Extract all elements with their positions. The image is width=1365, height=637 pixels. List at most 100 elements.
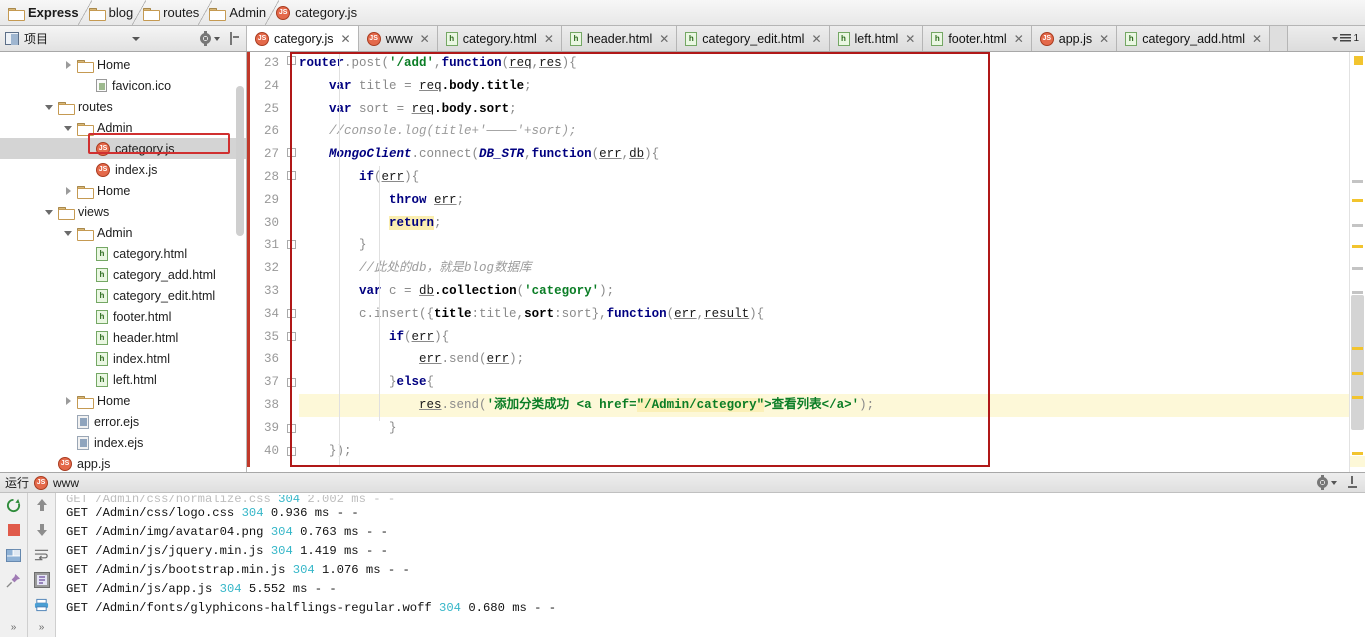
chevron-down-icon[interactable] [63,227,75,239]
close-icon[interactable]: ✕ [420,32,430,46]
close-icon[interactable]: ✕ [544,32,554,46]
code-line[interactable]: var c = db.collection('category'); [299,280,1365,303]
breadcrumb-item-admin[interactable]: Admin [205,0,280,25]
tab-overflow-button[interactable]: 1 [1287,26,1365,51]
code-line[interactable]: if(err){ [299,326,1365,349]
tree-item-footer-html[interactable]: h footer.html [0,306,246,327]
code-line[interactable]: }else{ [299,371,1365,394]
breadcrumb-item-category-js[interactable]: JS category.js [272,0,363,25]
print-icon[interactable] [34,597,50,613]
soft-wrap-icon[interactable] [34,547,50,563]
chevron-right-icon[interactable] [63,59,75,71]
layout-icon[interactable] [6,547,22,563]
arrow-down-icon[interactable] [34,522,50,538]
chevron-right-icon[interactable] [63,395,75,407]
breadcrumb-item-routes[interactable]: routes [139,0,213,25]
marker[interactable] [1352,291,1363,294]
code-line[interactable]: err.send(err); [299,348,1365,371]
project-settings-button[interactable] [199,31,220,46]
breadcrumb-item-blog[interactable]: blog [85,0,146,25]
tree-item-index-ejs[interactable]: index.ejs [0,432,246,453]
code-line[interactable]: res.send('添加分类成功 <a href="/Admin/categor… [299,393,1365,417]
marker[interactable] [1352,224,1363,227]
close-icon[interactable]: ✕ [1252,32,1262,46]
run-settings-button[interactable] [1316,475,1337,490]
code-editor[interactable]: 23 24 25 26 27 28 29 30 31 32 33 34 35 36 37 38 39 40 [247,52,1365,472]
export-to-file-icon[interactable] [1346,476,1359,489]
chevron-right-icon[interactable] [63,185,75,197]
tree-item-error-ejs[interactable]: error.ejs [0,411,246,432]
stop-icon[interactable] [6,522,22,538]
code-line[interactable]: c.insert({title:title,sort:sort},functio… [299,303,1365,326]
project-panel-header[interactable]: 项目 [0,26,247,51]
warning-marker[interactable] [1354,56,1363,65]
warning-marker[interactable] [1352,245,1363,248]
tree-item-routes[interactable]: routes [0,96,246,117]
close-icon[interactable]: ✕ [1099,32,1109,46]
code-line[interactable]: throw err; [299,189,1365,212]
tree-item-index-html[interactable]: h index.html [0,348,246,369]
code-line[interactable]: } [299,417,1365,440]
code-content[interactable]: router.post('/add',function(req,res){ va… [299,52,1365,467]
console-output[interactable]: GET /Admin/css/normalize.css 304 2.002 m… [56,493,1365,637]
close-icon[interactable]: ✕ [811,32,821,46]
scroll-to-end-icon[interactable] [33,572,50,588]
tree-item-admin[interactable]: Admin [0,117,246,138]
close-icon[interactable]: ✕ [1014,32,1024,46]
tree-scrollbar[interactable] [236,86,244,236]
tree-item-header-html[interactable]: h header.html [0,327,246,348]
tree-item-admin[interactable]: Admin [0,222,246,243]
tree-item-category-add-html[interactable]: h category_add.html [0,264,246,285]
marker[interactable] [1352,267,1363,270]
marker[interactable] [1352,180,1363,183]
tab-left-html[interactable]: h left.html ✕ [829,26,924,51]
tree-item-category-edit-html[interactable]: h category_edit.html [0,285,246,306]
tree-item-views[interactable]: views [0,201,246,222]
tree-item-index-js[interactable]: JS index.js [0,159,246,180]
warning-marker[interactable] [1352,372,1363,375]
tree-item-app-js[interactable]: JS app.js [0,453,246,472]
code-line[interactable]: router.post('/add',function(req,res){ [299,52,1365,75]
close-icon[interactable]: ✕ [905,32,915,46]
tab-header-html[interactable]: h header.html ✕ [561,26,678,51]
code-line[interactable]: MongoClient.connect(DB_STR,function(err,… [299,143,1365,166]
tab-category-edit-html[interactable]: h category_edit.html ✕ [677,26,830,51]
warning-marker[interactable] [1352,347,1363,350]
tree-item-category-js[interactable]: JS category.js [0,138,246,159]
code-line[interactable]: var title = req.body.title; [299,75,1365,98]
error-stripe-gutter[interactable] [1349,52,1365,472]
chevron-down-icon[interactable] [44,101,56,113]
close-icon[interactable]: ✕ [659,32,669,46]
code-line[interactable]: if(err){ [299,166,1365,189]
collapse-all-icon[interactable] [228,32,240,45]
tab-footer-html[interactable]: h footer.html ✕ [923,26,1032,51]
tab-www[interactable]: JS www ✕ [358,26,438,51]
warning-marker[interactable] [1352,452,1363,455]
tree-item-favicon-ico[interactable]: favicon.ico [0,75,246,96]
expand-icon[interactable]: » [11,622,17,633]
code-line[interactable]: }); [299,440,1365,463]
code-line[interactable]: var sort = req.body.sort; [299,98,1365,121]
fold-gutter[interactable] [285,52,299,463]
pin-icon[interactable] [6,572,22,588]
chevron-down-icon[interactable] [63,122,75,134]
warning-marker[interactable] [1352,396,1363,399]
warning-marker[interactable] [1352,199,1363,202]
chevron-down-icon[interactable] [44,206,56,218]
code-line[interactable]: //console.log(title+'————'+sort); [299,120,1365,143]
arrow-up-icon[interactable] [34,497,50,513]
chevron-down-icon[interactable] [132,37,140,41]
tab-category-js[interactable]: JS category.js ✕ [247,26,359,51]
tree-item-category-html[interactable]: h category.html [0,243,246,264]
tree-item-home[interactable]: Home [0,390,246,411]
tab-app-js[interactable]: JS app.js ✕ [1031,26,1118,51]
tab-category-add-html[interactable]: h category_add.html ✕ [1117,26,1271,51]
code-line[interactable]: } [299,234,1365,257]
editor-scrollbar[interactable] [1351,295,1364,430]
tab-category-html[interactable]: h category.html ✕ [437,26,562,51]
tree-item-home[interactable]: Home [0,180,246,201]
close-icon[interactable]: ✕ [341,32,351,46]
code-line[interactable]: return; [299,212,1365,235]
breadcrumb-item-express[interactable]: Express [4,0,92,25]
tree-item-left-html[interactable]: h left.html [0,369,246,390]
